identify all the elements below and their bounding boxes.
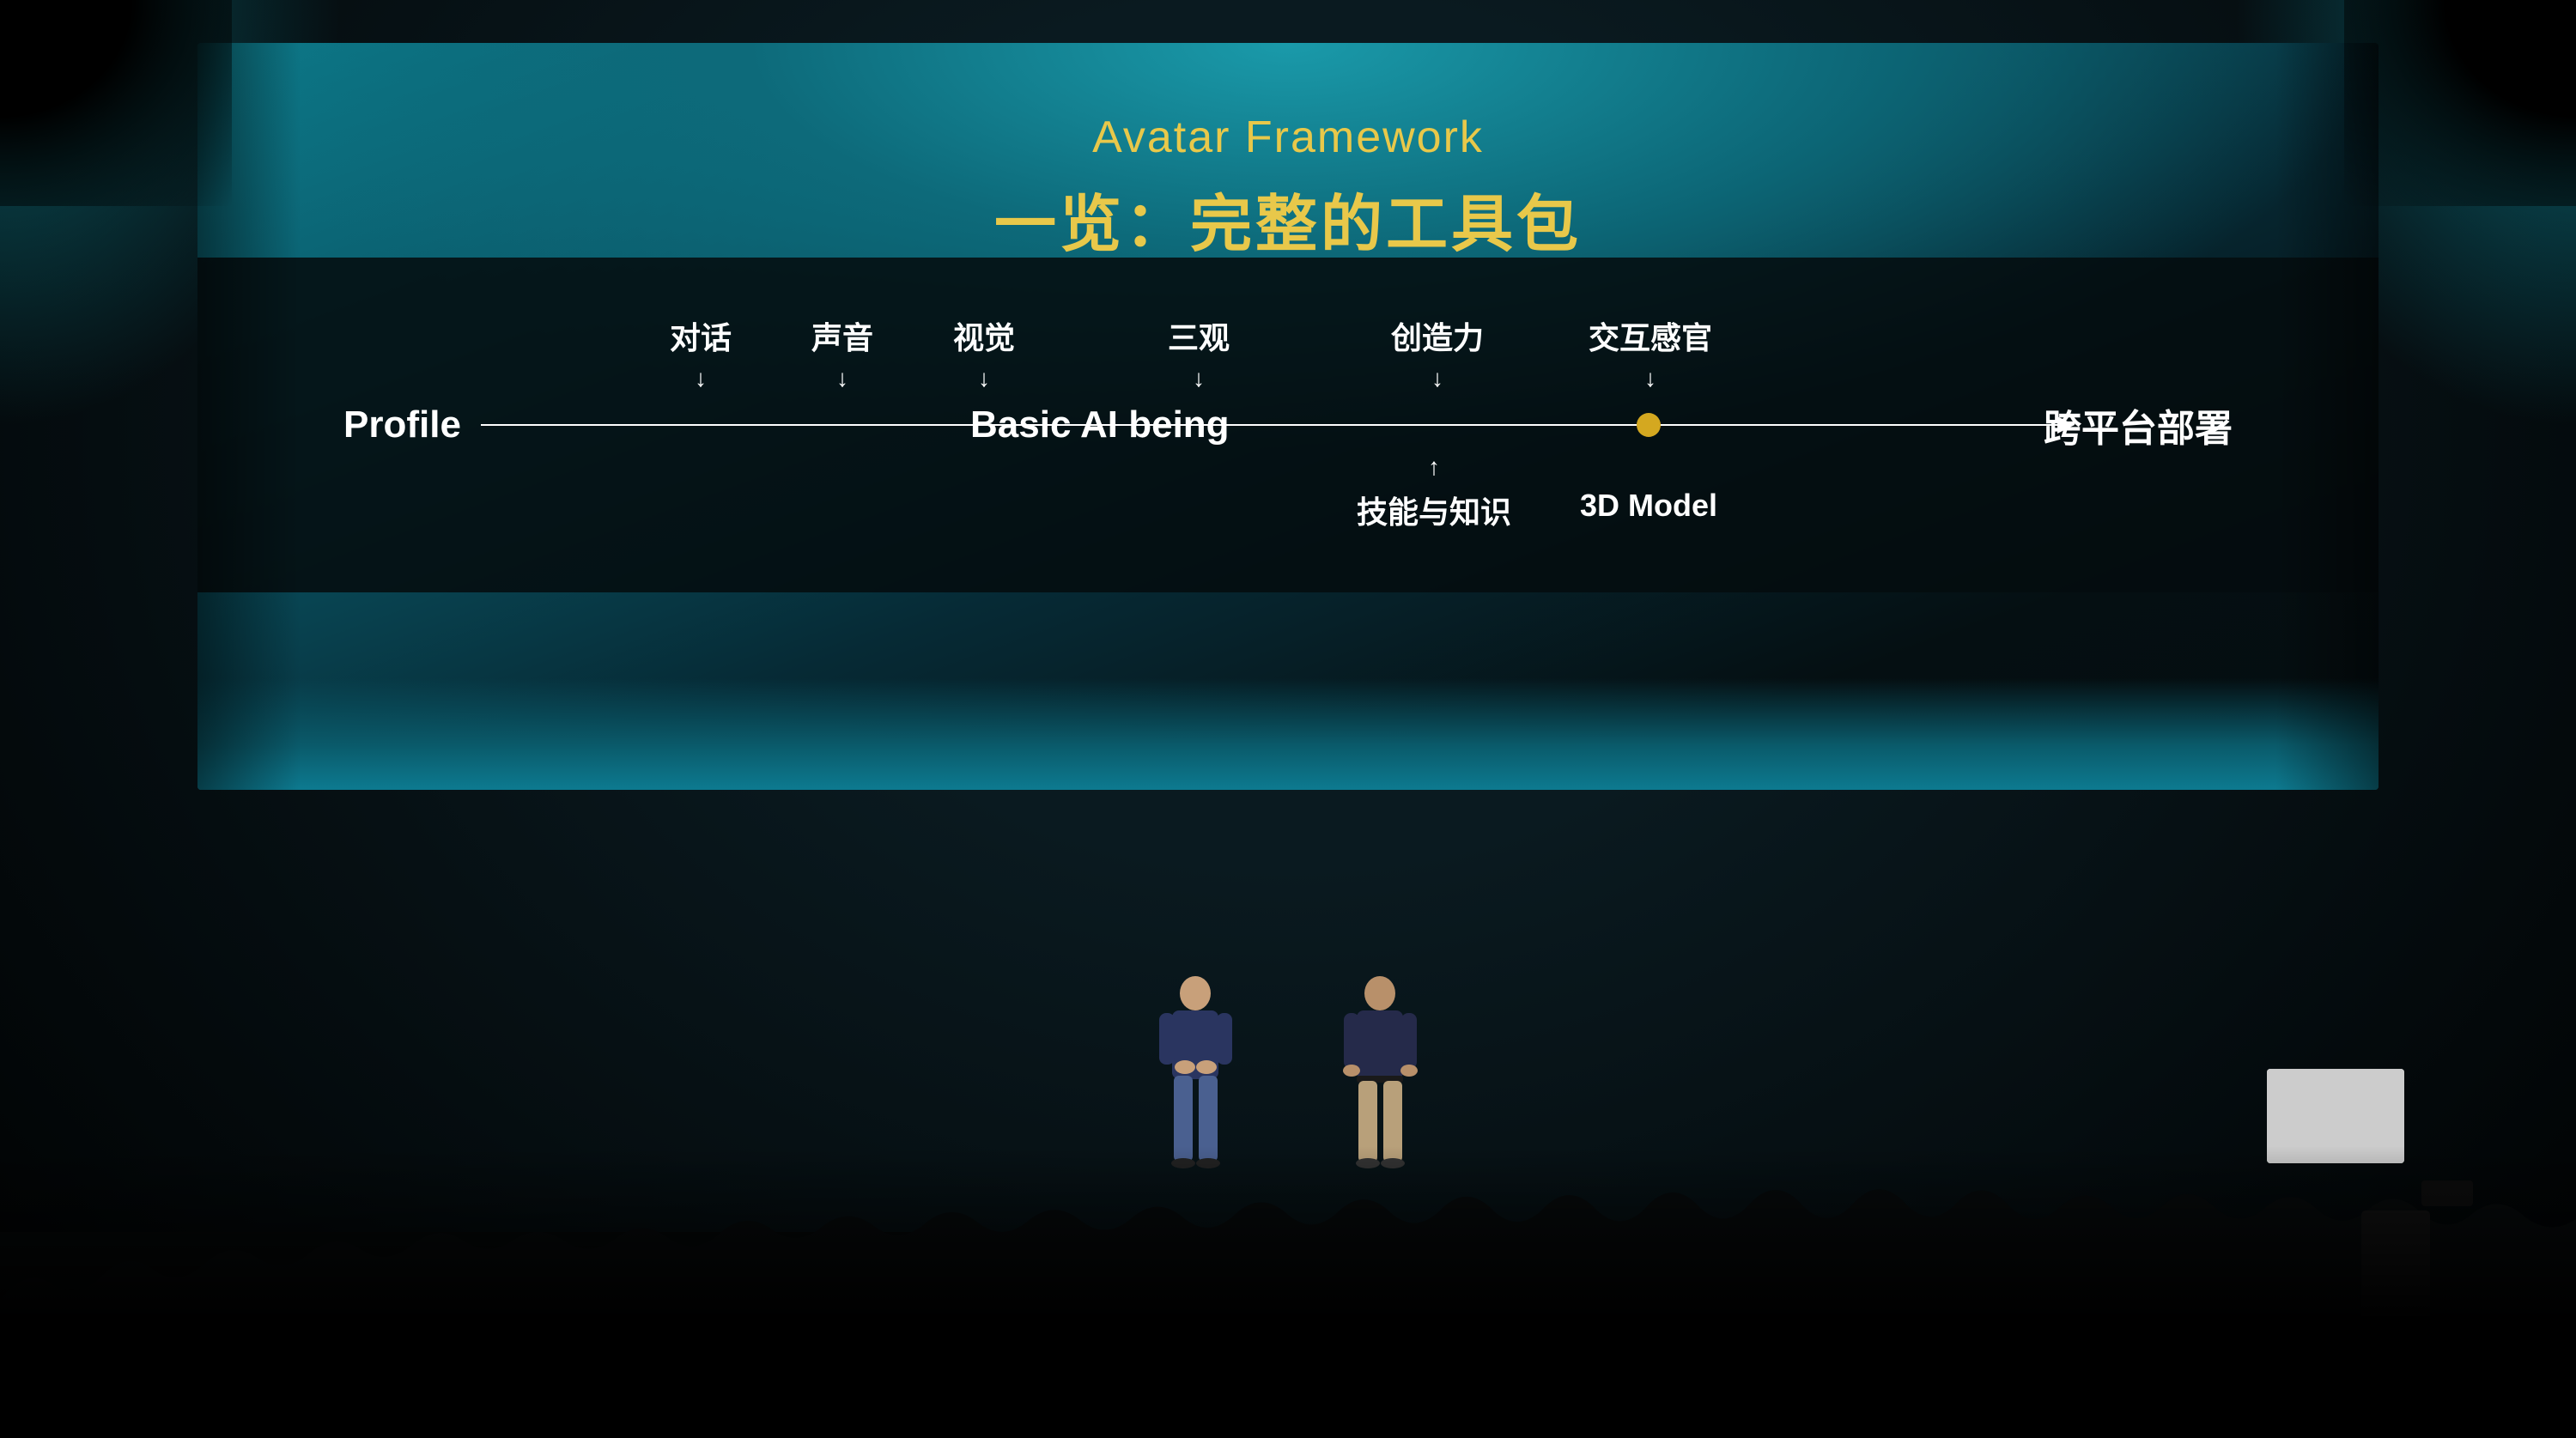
screen-bottom-teal — [197, 678, 2379, 790]
stage-presenters — [1155, 974, 1421, 1172]
presenter-right — [1340, 974, 1421, 1172]
label-shijue: 视觉 ↓ — [953, 313, 1015, 391]
title-chinese: 一览：完整的工具包 — [994, 173, 1582, 264]
label-shengyin: 声音 ↓ — [811, 313, 873, 391]
diagram-inner: Profile Basic AI being 跨平台部署 对话 ↓ 声音 ↓ 视… — [343, 305, 2233, 545]
slide-title: Avatar Framework 一览：完整的工具包 — [994, 112, 1582, 264]
label-profile: Profile — [343, 403, 461, 446]
diagram-band: Profile Basic AI being 跨平台部署 对话 ↓ 声音 ↓ 视… — [197, 258, 2379, 592]
label-cross-platform: 跨平台部署 — [2044, 397, 2233, 452]
diagram-dot — [1637, 413, 1661, 437]
diagram-line — [481, 424, 2061, 426]
corner-overlay-top-right — [2344, 0, 2576, 206]
presenter-right-figure — [1340, 974, 1421, 1172]
corner-overlay-top-left — [0, 0, 232, 206]
label-jiaohu: 交互感官 ↓ — [1589, 313, 1712, 391]
bottom-overlay — [0, 1146, 2576, 1438]
label-chuangli: 创造力 ↓ — [1391, 313, 1484, 391]
presenter-left — [1155, 974, 1236, 1172]
label-duihua: 对话 ↓ — [670, 313, 732, 391]
presentation-screen: Avatar Framework 一览：完整的工具包 Profile Basic… — [197, 43, 2379, 790]
label-3d-model: ↑ 3D Model — [1580, 455, 1717, 532]
presenter-left-figure — [1155, 974, 1236, 1172]
label-sanguan: 三观 ↓ — [1168, 313, 1230, 391]
title-english: Avatar Framework — [994, 112, 1582, 163]
label-jineng: ↑ 技能与知识 — [1357, 455, 1511, 541]
label-basic-ai-being: Basic AI being — [970, 403, 1230, 446]
